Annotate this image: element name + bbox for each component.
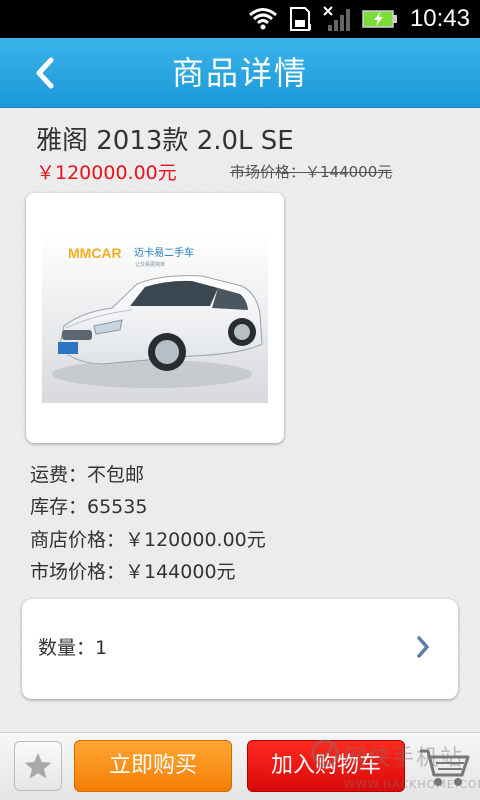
- product-price: ￥120000.00元: [36, 162, 177, 184]
- page-title: 商品详情: [171, 54, 308, 92]
- shopping-cart-icon[interactable]: [416, 741, 472, 793]
- shipping-info: 运费：不包邮: [30, 464, 145, 486]
- title-bar: 商品详情: [0, 38, 480, 108]
- product-image[interactable]: MMCAR 迈卡易二手车 让交易更简单: [42, 234, 268, 403]
- product-name: 雅阁 2013款 2.0L SE: [36, 126, 294, 156]
- chevron-left-icon: [36, 57, 54, 89]
- shop-price-info: 商店价格：￥120000.00元: [30, 529, 266, 551]
- favorite-button[interactable]: [14, 741, 62, 791]
- market-price-info: 市场价格：￥144000元: [30, 561, 236, 583]
- product-image-card[interactable]: MMCAR 迈卡易二手车 让交易更简单: [26, 193, 284, 443]
- add-to-cart-button[interactable]: 加入购物车: [247, 740, 405, 792]
- sd-card-icon: [288, 6, 312, 32]
- quantity-label: 数量：1: [38, 637, 108, 659]
- quantity-selector[interactable]: 数量：1: [22, 599, 458, 699]
- svg-text:让交易更简单: 让交易更简单: [135, 261, 165, 268]
- market-price-strikethrough: 市场价格：￥144000元: [230, 163, 393, 181]
- no-signal-icon: [322, 5, 352, 33]
- back-button[interactable]: [22, 50, 68, 96]
- bottom-action-bar: 立即购买 加入购物车: [0, 732, 480, 800]
- status-time: 10:43: [409, 5, 470, 32]
- star-icon: [24, 753, 52, 779]
- chevron-right-icon: [416, 635, 430, 663]
- brand-logo: MMCAR: [68, 245, 122, 261]
- svg-text:迈卡易二手车: 迈卡易二手车: [134, 246, 194, 259]
- battery-charging-icon: [362, 9, 398, 29]
- stock-info: 库存：65535: [30, 496, 148, 518]
- status-bar: 10:43: [0, 0, 480, 38]
- wifi-icon: [248, 7, 278, 31]
- buy-now-button[interactable]: 立即购买: [74, 740, 232, 792]
